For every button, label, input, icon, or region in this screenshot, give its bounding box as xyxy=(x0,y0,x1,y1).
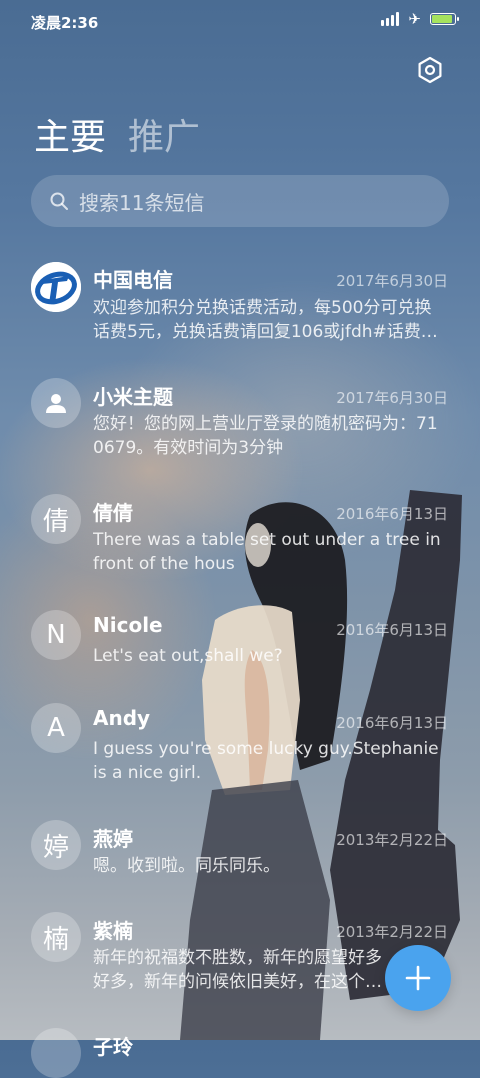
contact-name: 子玲 xyxy=(93,1035,133,1059)
battery-icon xyxy=(430,13,459,25)
message-preview: 欢迎参加积分兑换话费活动，每500分可兑换话费5元，兑换话费请回复106或jfd… xyxy=(93,298,438,342)
message-date: 2016年6月13日 xyxy=(336,621,448,639)
status-bar: 凌晨2:36 ✈︎ xyxy=(0,0,480,44)
message-preview: 嗯。收到啦。同乐同乐。 xyxy=(93,856,280,876)
contact-name: 紫楠 xyxy=(93,919,133,943)
contact-name: 倩倩 xyxy=(93,501,133,525)
message-preview: 您好！您的网上营业厅登录的随机密码为：710679。有效时间为3分钟 xyxy=(93,414,438,458)
avatar: 倩 xyxy=(31,494,81,544)
avatar xyxy=(31,1028,81,1078)
gear-icon[interactable] xyxy=(416,56,444,84)
avatar: N xyxy=(31,610,81,660)
message-date: 2017年6月30日 xyxy=(336,389,448,407)
message-preview: Let's eat out,shall we? xyxy=(93,646,283,666)
avatar xyxy=(31,378,81,428)
search-icon xyxy=(50,192,68,210)
plus-icon xyxy=(405,965,431,991)
search-input[interactable]: 搜索11条短信 xyxy=(31,175,449,227)
search-placeholder: 搜索11条短信 xyxy=(79,190,205,215)
china-telecom-icon xyxy=(31,262,81,312)
contact-name: Andy xyxy=(93,706,151,730)
list-item[interactable]: 小米主题 2017年6月30日 您好！您的网上营业厅登录的随机密码为：71067… xyxy=(0,378,480,488)
avatar: A xyxy=(31,703,81,753)
status-icons: ✈︎ xyxy=(381,10,459,28)
message-date: 2013年2月22日 xyxy=(336,831,448,849)
list-item[interactable]: 倩 倩倩 2016年6月13日 There was a table set ou… xyxy=(0,494,480,604)
message-date: 2017年6月30日 xyxy=(336,272,448,290)
contact-name: Nicole xyxy=(93,613,163,637)
avatar: 婷 xyxy=(31,820,81,870)
message-preview: 新年的祝福数不胜数，新年的愿望好多好多，新年的问候依旧美好，在这个温馨的时刻 xyxy=(93,948,382,992)
message-date: 2013年2月22日 xyxy=(336,923,448,941)
avatar: 楠 xyxy=(31,912,81,962)
tab-bar: 主要 推广 xyxy=(34,108,200,160)
person-icon xyxy=(46,394,66,413)
tab-promo[interactable]: 推广 xyxy=(128,108,200,160)
china-telecom-logo xyxy=(31,262,81,312)
message-preview: There was a table set out under a tree i… xyxy=(93,530,441,574)
list-item[interactable]: N Nicole 2016年6月13日 Let's eat out,shall … xyxy=(0,610,480,700)
tab-main[interactable]: 主要 xyxy=(34,108,106,160)
list-item[interactable]: 婷 燕婷 2013年2月22日 嗯。收到啦。同乐同乐。 xyxy=(0,820,480,910)
compose-button[interactable] xyxy=(385,945,451,1011)
list-item[interactable]: A Andy 2016年6月13日 I guess you're some lu… xyxy=(0,703,480,813)
contact-name: 燕婷 xyxy=(93,827,133,851)
contact-name: 小米主题 xyxy=(93,385,173,409)
message-date: 2016年6月13日 xyxy=(336,714,448,732)
contact-name: 中国电信 xyxy=(93,268,173,292)
list-item[interactable]: 子玲 xyxy=(0,1028,480,1078)
message-preview: I guess you're some lucky guy.Stephanie … xyxy=(93,739,439,783)
list-item[interactable]: 中国电信 2017年6月30日 欢迎参加积分兑换话费活动，每500分可兑换话费5… xyxy=(0,258,480,368)
airplane-icon: ✈︎ xyxy=(408,10,421,28)
message-date: 2016年6月13日 xyxy=(336,505,448,523)
status-time: 凌晨2:36 xyxy=(31,14,99,32)
signal-icon xyxy=(381,12,400,26)
